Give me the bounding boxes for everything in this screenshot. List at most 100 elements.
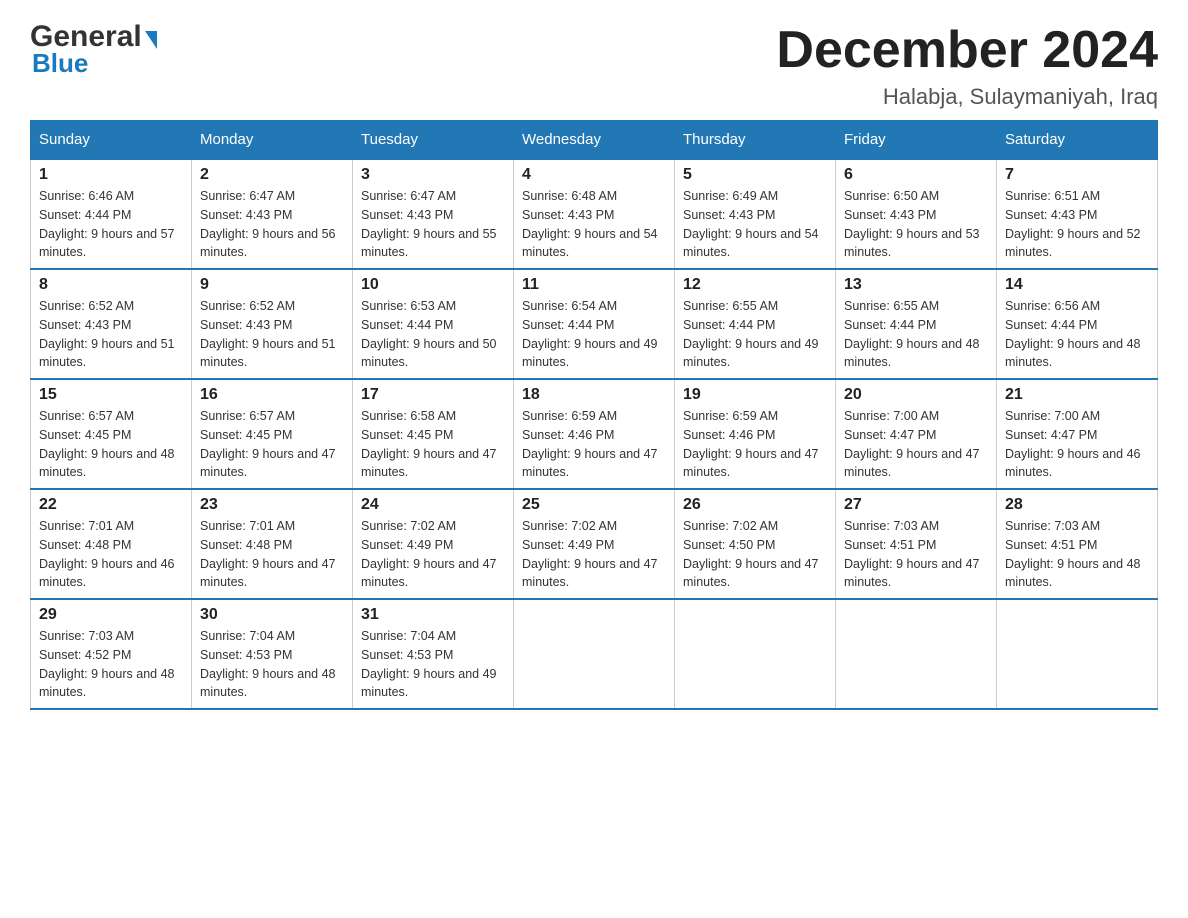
sunset-label: Sunset: 4:43 PM bbox=[200, 208, 292, 222]
day-number: 21 bbox=[1005, 386, 1149, 404]
day-number: 7 bbox=[1005, 166, 1149, 184]
day-number: 19 bbox=[683, 386, 827, 404]
calendar-day-cell bbox=[997, 599, 1158, 709]
calendar-day-cell bbox=[675, 599, 836, 709]
daylight-label: Daylight: 9 hours and 48 minutes. bbox=[1005, 557, 1141, 590]
day-number: 16 bbox=[200, 386, 344, 404]
daylight-label: Daylight: 9 hours and 52 minutes. bbox=[1005, 227, 1141, 260]
daylight-label: Daylight: 9 hours and 47 minutes. bbox=[522, 557, 658, 590]
col-wednesday: Wednesday bbox=[514, 121, 675, 160]
day-number: 26 bbox=[683, 496, 827, 514]
calendar-day-cell: 3 Sunrise: 6:47 AM Sunset: 4:43 PM Dayli… bbox=[353, 159, 514, 269]
sunrise-label: Sunrise: 6:59 AM bbox=[522, 409, 617, 423]
sunrise-label: Sunrise: 7:01 AM bbox=[200, 519, 295, 533]
calendar-day-cell: 30 Sunrise: 7:04 AM Sunset: 4:53 PM Dayl… bbox=[192, 599, 353, 709]
calendar-day-cell: 12 Sunrise: 6:55 AM Sunset: 4:44 PM Dayl… bbox=[675, 269, 836, 379]
calendar-week-row: 22 Sunrise: 7:01 AM Sunset: 4:48 PM Dayl… bbox=[31, 489, 1158, 599]
daylight-label: Daylight: 9 hours and 48 minutes. bbox=[39, 667, 175, 700]
sunset-label: Sunset: 4:47 PM bbox=[1005, 428, 1097, 442]
calendar-day-cell: 25 Sunrise: 7:02 AM Sunset: 4:49 PM Dayl… bbox=[514, 489, 675, 599]
sunset-label: Sunset: 4:47 PM bbox=[844, 428, 936, 442]
calendar-day-cell: 11 Sunrise: 6:54 AM Sunset: 4:44 PM Dayl… bbox=[514, 269, 675, 379]
day-number: 31 bbox=[361, 606, 505, 624]
day-number: 17 bbox=[361, 386, 505, 404]
day-info: Sunrise: 6:49 AM Sunset: 4:43 PM Dayligh… bbox=[683, 187, 827, 262]
calendar-day-cell: 7 Sunrise: 6:51 AM Sunset: 4:43 PM Dayli… bbox=[997, 159, 1158, 269]
day-info: Sunrise: 6:47 AM Sunset: 4:43 PM Dayligh… bbox=[361, 187, 505, 262]
day-number: 20 bbox=[844, 386, 988, 404]
day-info: Sunrise: 6:57 AM Sunset: 4:45 PM Dayligh… bbox=[39, 407, 183, 482]
calendar-day-cell: 8 Sunrise: 6:52 AM Sunset: 4:43 PM Dayli… bbox=[31, 269, 192, 379]
sunset-label: Sunset: 4:48 PM bbox=[39, 538, 131, 552]
calendar-day-cell: 2 Sunrise: 6:47 AM Sunset: 4:43 PM Dayli… bbox=[192, 159, 353, 269]
daylight-label: Daylight: 9 hours and 49 minutes. bbox=[361, 667, 497, 700]
day-number: 14 bbox=[1005, 276, 1149, 294]
day-number: 25 bbox=[522, 496, 666, 514]
day-number: 13 bbox=[844, 276, 988, 294]
calendar-day-cell: 15 Sunrise: 6:57 AM Sunset: 4:45 PM Dayl… bbox=[31, 379, 192, 489]
sunset-label: Sunset: 4:45 PM bbox=[39, 428, 131, 442]
day-info: Sunrise: 6:54 AM Sunset: 4:44 PM Dayligh… bbox=[522, 297, 666, 372]
sunset-label: Sunset: 4:46 PM bbox=[522, 428, 614, 442]
day-number: 9 bbox=[200, 276, 344, 294]
calendar-day-cell: 9 Sunrise: 6:52 AM Sunset: 4:43 PM Dayli… bbox=[192, 269, 353, 379]
sunrise-label: Sunrise: 7:02 AM bbox=[683, 519, 778, 533]
day-number: 29 bbox=[39, 606, 183, 624]
daylight-label: Daylight: 9 hours and 48 minutes. bbox=[1005, 337, 1141, 370]
sunset-label: Sunset: 4:44 PM bbox=[1005, 318, 1097, 332]
calendar-day-cell: 10 Sunrise: 6:53 AM Sunset: 4:44 PM Dayl… bbox=[353, 269, 514, 379]
sunrise-label: Sunrise: 6:49 AM bbox=[683, 189, 778, 203]
daylight-label: Daylight: 9 hours and 51 minutes. bbox=[39, 337, 175, 370]
day-info: Sunrise: 6:52 AM Sunset: 4:43 PM Dayligh… bbox=[200, 297, 344, 372]
day-number: 18 bbox=[522, 386, 666, 404]
day-info: Sunrise: 6:58 AM Sunset: 4:45 PM Dayligh… bbox=[361, 407, 505, 482]
calendar-week-row: 1 Sunrise: 6:46 AM Sunset: 4:44 PM Dayli… bbox=[31, 159, 1158, 269]
logo: General Blue bbox=[30, 20, 157, 79]
sunset-label: Sunset: 4:44 PM bbox=[39, 208, 131, 222]
sunrise-label: Sunrise: 6:47 AM bbox=[361, 189, 456, 203]
sunrise-label: Sunrise: 6:53 AM bbox=[361, 299, 456, 313]
day-number: 15 bbox=[39, 386, 183, 404]
location-subtitle: Halabja, Sulaymaniyah, Iraq bbox=[776, 84, 1158, 110]
calendar-day-cell: 4 Sunrise: 6:48 AM Sunset: 4:43 PM Dayli… bbox=[514, 159, 675, 269]
calendar-day-cell: 5 Sunrise: 6:49 AM Sunset: 4:43 PM Dayli… bbox=[675, 159, 836, 269]
sunrise-label: Sunrise: 7:01 AM bbox=[39, 519, 134, 533]
day-info: Sunrise: 7:01 AM Sunset: 4:48 PM Dayligh… bbox=[200, 517, 344, 592]
day-info: Sunrise: 6:55 AM Sunset: 4:44 PM Dayligh… bbox=[683, 297, 827, 372]
sunset-label: Sunset: 4:53 PM bbox=[361, 648, 453, 662]
calendar-day-cell: 16 Sunrise: 6:57 AM Sunset: 4:45 PM Dayl… bbox=[192, 379, 353, 489]
sunrise-label: Sunrise: 6:59 AM bbox=[683, 409, 778, 423]
calendar-day-cell: 1 Sunrise: 6:46 AM Sunset: 4:44 PM Dayli… bbox=[31, 159, 192, 269]
daylight-label: Daylight: 9 hours and 47 minutes. bbox=[844, 557, 980, 590]
col-monday: Monday bbox=[192, 121, 353, 160]
sunset-label: Sunset: 4:52 PM bbox=[39, 648, 131, 662]
day-info: Sunrise: 7:00 AM Sunset: 4:47 PM Dayligh… bbox=[844, 407, 988, 482]
sunset-label: Sunset: 4:43 PM bbox=[844, 208, 936, 222]
sunset-label: Sunset: 4:43 PM bbox=[39, 318, 131, 332]
day-info: Sunrise: 7:04 AM Sunset: 4:53 PM Dayligh… bbox=[361, 627, 505, 702]
col-thursday: Thursday bbox=[675, 121, 836, 160]
sunrise-label: Sunrise: 6:52 AM bbox=[200, 299, 295, 313]
day-info: Sunrise: 7:02 AM Sunset: 4:50 PM Dayligh… bbox=[683, 517, 827, 592]
sunrise-label: Sunrise: 6:47 AM bbox=[200, 189, 295, 203]
sunset-label: Sunset: 4:51 PM bbox=[844, 538, 936, 552]
day-info: Sunrise: 7:02 AM Sunset: 4:49 PM Dayligh… bbox=[361, 517, 505, 592]
day-info: Sunrise: 6:52 AM Sunset: 4:43 PM Dayligh… bbox=[39, 297, 183, 372]
daylight-label: Daylight: 9 hours and 46 minutes. bbox=[1005, 447, 1141, 480]
daylight-label: Daylight: 9 hours and 50 minutes. bbox=[361, 337, 497, 370]
daylight-label: Daylight: 9 hours and 51 minutes. bbox=[200, 337, 336, 370]
day-info: Sunrise: 7:03 AM Sunset: 4:51 PM Dayligh… bbox=[844, 517, 988, 592]
sunset-label: Sunset: 4:46 PM bbox=[683, 428, 775, 442]
day-number: 24 bbox=[361, 496, 505, 514]
day-number: 8 bbox=[39, 276, 183, 294]
daylight-label: Daylight: 9 hours and 47 minutes. bbox=[361, 447, 497, 480]
title-section: December 2024 Halabja, Sulaymaniyah, Ira… bbox=[776, 20, 1158, 110]
day-number: 12 bbox=[683, 276, 827, 294]
sunrise-label: Sunrise: 6:46 AM bbox=[39, 189, 134, 203]
day-info: Sunrise: 6:50 AM Sunset: 4:43 PM Dayligh… bbox=[844, 187, 988, 262]
daylight-label: Daylight: 9 hours and 48 minutes. bbox=[39, 447, 175, 480]
sunset-label: Sunset: 4:43 PM bbox=[522, 208, 614, 222]
day-info: Sunrise: 7:02 AM Sunset: 4:49 PM Dayligh… bbox=[522, 517, 666, 592]
sunset-label: Sunset: 4:43 PM bbox=[683, 208, 775, 222]
sunrise-label: Sunrise: 6:58 AM bbox=[361, 409, 456, 423]
